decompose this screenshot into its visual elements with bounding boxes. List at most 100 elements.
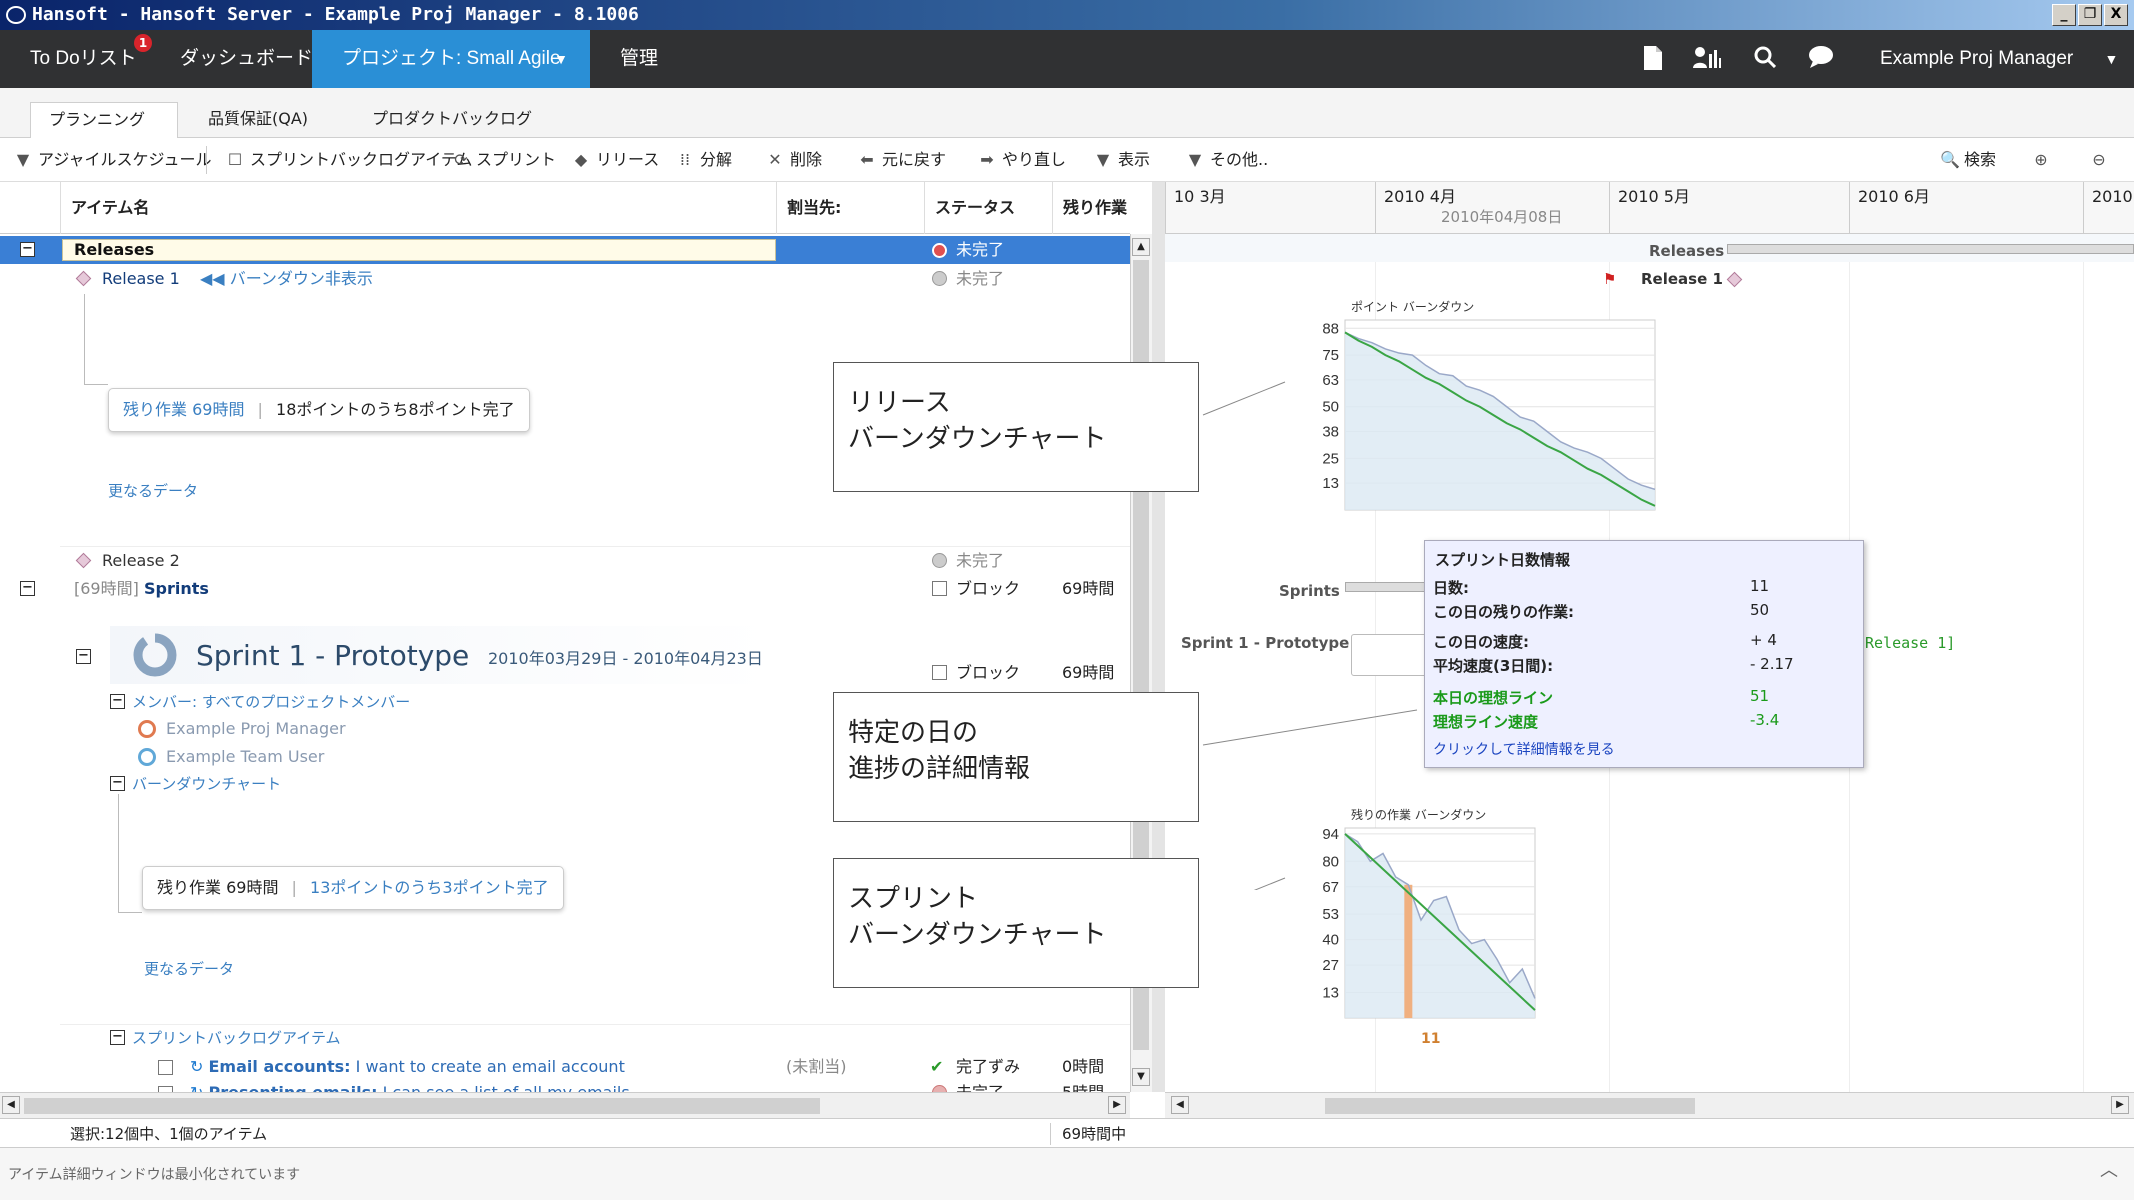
scroll-right-arrow-icon[interactable]: ▶ (1108, 1096, 1126, 1114)
callout-day-line2: 進捗の詳細情報 (848, 754, 1031, 784)
col-status[interactable]: ステータス (924, 182, 1052, 234)
status-divider (1050, 1123, 1051, 1145)
document-icon[interactable] (1640, 46, 1666, 72)
date-marker: 2010年04月08日 (1441, 208, 1563, 226)
name-edit-box[interactable] (62, 239, 776, 261)
scroll-left-arrow-icon[interactable]: ◀ (2, 1096, 20, 1114)
diamond-icon: ◆ (574, 150, 588, 169)
zoom-out-icon: ⊖ (2092, 150, 2106, 169)
search-button[interactable]: 🔍 検索 (1940, 138, 1996, 182)
col-item-name[interactable]: アイテム名 (60, 182, 776, 234)
more-data-link-2[interactable]: 更なるデータ (144, 958, 234, 980)
sprint1-dates: 2010年03月29日 - 2010年04月23日 (488, 649, 763, 668)
tooltip-remaining-label: この日の残りの作業: (1433, 603, 1574, 621)
add-release-button[interactable]: ◆ リリース (572, 138, 659, 182)
flag-icon: ⚑ (1603, 270, 1617, 288)
release-diamond-icon (75, 270, 92, 287)
search-icon[interactable] (1752, 46, 1778, 72)
nav-admin[interactable]: 管理 (620, 30, 658, 88)
members-value: すべてのプロジェクトメンバー (201, 693, 411, 711)
undo-label: 元に戻す (882, 150, 947, 169)
item1-checkbox[interactable] (158, 1060, 173, 1075)
zoom-out-button[interactable]: ⊖ (2090, 138, 2114, 182)
scroll-up-arrow-icon[interactable]: ▲ (1132, 238, 1150, 256)
sprints-collapse-toggle[interactable]: − (20, 581, 35, 596)
sprint1-name[interactable]: Sprint 1 - Prototype (196, 638, 469, 674)
zoom-in-button[interactable]: ⊕ (2032, 138, 2056, 182)
undo-button[interactable]: ⬅ 元に戻す (858, 138, 946, 182)
tooltip-more-link[interactable]: クリックして詳細情報を見る (1433, 739, 1615, 759)
release1-name[interactable]: Release 1 (102, 268, 180, 290)
gantt-horizontal-scrollbar[interactable]: ◀ ▶ (1165, 1092, 2134, 1118)
schedule-dropdown[interactable]: ▼ アジャイルスケジュール (14, 138, 212, 182)
close-button[interactable]: X (2104, 4, 2128, 26)
add-sprint-backlog-item-button[interactable]: ☐ スプリントバックログアイテム (226, 138, 473, 182)
burndown-rewind-icon: ◀◀ (200, 269, 230, 288)
schedule-label: アジャイルスケジュール (38, 150, 212, 169)
sprint1-remaining: 69時間 (1062, 663, 1115, 682)
minimize-button[interactable]: _ (2052, 4, 2076, 26)
col-assigned[interactable]: 割当先: (776, 182, 924, 234)
member-team-user[interactable]: Example Team User (166, 746, 324, 768)
scroll-down-arrow-icon[interactable]: ▼ (1132, 1068, 1150, 1086)
sprint-points[interactable]: 13ポイントのうち3ポイント完了 (310, 878, 549, 897)
y-tick-label: 53 (1322, 906, 1339, 923)
more-data-link-1[interactable]: 更なるデータ (108, 480, 198, 502)
redo-button[interactable]: ➡ やり直し (978, 138, 1066, 182)
sprints-name[interactable]: Sprints (144, 578, 209, 600)
release2-name[interactable]: Release 2 (102, 550, 180, 572)
tab-product-backlog[interactable]: プロダクトバックログ (354, 102, 550, 138)
chart1-title: ポイント バーンダウン (1351, 300, 1475, 314)
tab-qa[interactable]: 品質保証(QA) (190, 102, 326, 138)
split-button[interactable]: ⁞⁞ 分解 (676, 138, 732, 182)
gantt-release1-diamond-icon[interactable] (1726, 271, 1743, 288)
detail-window-status: アイテム詳細ウィンドウは最小化されています (8, 1167, 301, 1183)
app-logo-icon (6, 6, 26, 24)
burndown-collapse-toggle[interactable]: − (110, 776, 125, 791)
gantt-scroll-right-arrow-icon[interactable]: ▶ (2111, 1096, 2129, 1114)
main-nav: To Doリスト 1 ダッシュボード プロジェクト: Small Agile ▼… (0, 30, 2134, 88)
view-dropdown[interactable]: ▼ 表示 (1094, 138, 1150, 182)
expand-chevron-up-icon[interactable]: ︿ (2100, 1160, 2118, 1182)
release2-diamond-icon (75, 552, 92, 569)
hide-burndown-link[interactable]: ◀◀ バーンダウン非表示 (200, 268, 373, 290)
release1-remaining[interactable]: 残り作業 69時間 (123, 400, 244, 419)
tab-planning[interactable]: プランニング (30, 102, 178, 138)
y-tick-label: 75 (1322, 347, 1339, 364)
gantt-scroll-left-arrow-icon[interactable]: ◀ (1171, 1096, 1189, 1114)
release-tag: Release 1] (1865, 634, 1956, 652)
col-remaining[interactable]: 残り作業 (1052, 182, 1130, 234)
sprint1-collapse-toggle[interactable]: − (76, 649, 91, 664)
restore-button[interactable]: ❐ (2078, 4, 2102, 26)
y-tick-label: 27 (1322, 957, 1339, 974)
h-scroll-thumb[interactable] (24, 1098, 820, 1114)
backlog-items-label[interactable]: スプリントバックログアイテム (132, 1027, 341, 1049)
collapse-toggle[interactable]: − (20, 242, 35, 257)
window-title: Hansoft - Hansoft Server - Example Proj … (32, 4, 639, 25)
burndown-chart-label[interactable]: バーンダウンチャート (132, 773, 281, 795)
nav-project[interactable]: プロジェクト: Small Agile ▼ (312, 30, 590, 88)
releases-bar[interactable] (1727, 244, 2134, 254)
add-sprint-button[interactable]: ⟳ スプリント (452, 138, 556, 182)
gantt-releases-label: Releases (1649, 242, 1725, 260)
sprints-status: ブロック (956, 579, 1021, 598)
nav-dashboard[interactable]: ダッシュボード (180, 30, 313, 88)
other-dropdown[interactable]: ▼ その他.. (1186, 138, 1268, 182)
grid-horizontal-scrollbar[interactable]: ◀ ▶ (0, 1092, 1130, 1118)
users-icon[interactable] (1693, 46, 1721, 72)
gantt-h-scroll-thumb[interactable] (1325, 1098, 1695, 1114)
detail-window-bar[interactable]: アイテム詳細ウィンドウは最小化されています ︿ (0, 1148, 2134, 1200)
backlog-collapse-toggle[interactable]: − (110, 1030, 125, 1045)
members-label[interactable]: メンバー: すべてのプロジェクトメンバー (132, 691, 410, 713)
item1-title[interactable]: ↻ Email accounts: I want to create an em… (190, 1056, 625, 1078)
callout-day-detail: 特定の日の 進捗の詳細情報 (833, 692, 1199, 822)
members-collapse-toggle[interactable]: − (110, 694, 125, 709)
chat-icon[interactable] (1808, 46, 1834, 72)
delete-button[interactable]: ✕ 削除 (766, 138, 822, 182)
sprint-day-tooltip[interactable]: スプリント日数情報 日数: 11 この日の残りの作業: 50 この日の速度: +… (1424, 540, 1864, 768)
callout-sprint-line1: スプリント (848, 884, 979, 914)
member-proj-manager[interactable]: Example Proj Manager (166, 718, 346, 740)
item1-remaining: 0時間 (1062, 1057, 1105, 1076)
user-menu[interactable]: Example Proj Manager ▼ (1880, 30, 2118, 88)
nav-todo[interactable]: To Doリスト (30, 30, 137, 88)
